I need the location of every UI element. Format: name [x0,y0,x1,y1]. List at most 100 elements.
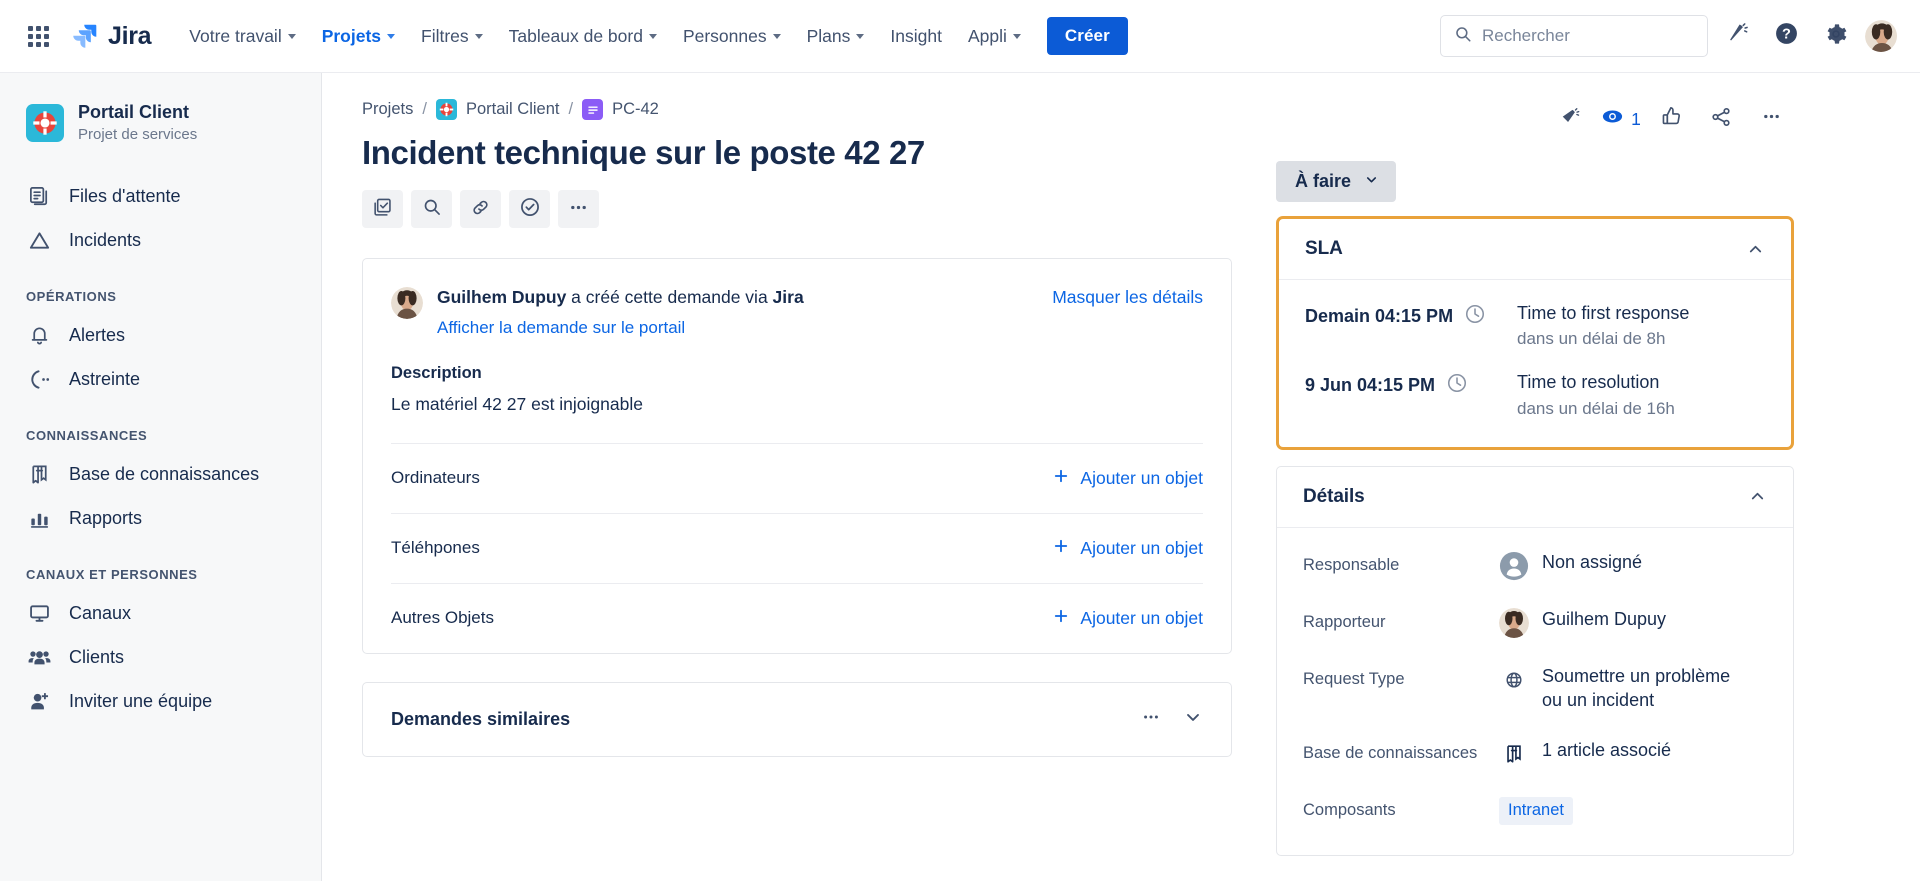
vote-button[interactable] [1650,99,1692,139]
sidebar-item-files-dattente[interactable]: Files d'attente [0,175,321,219]
share-button[interactable] [1700,99,1742,139]
search-icon [422,197,442,220]
link-icon [470,197,491,221]
nav-item-votre-travail[interactable]: Votre travail [177,17,307,56]
project-header[interactable]: Portail Client Projet de services [0,95,321,145]
search-input[interactable] [1482,26,1694,46]
nav-item-appli[interactable]: Appli [956,17,1033,56]
sidebar-item-clients[interactable]: Clients [0,636,321,680]
request-details-card: Guilhem Dupuy a créé cette demande via J… [362,257,1232,654]
user-avatar[interactable] [1864,19,1898,53]
chevron-down-icon [474,33,483,39]
app-switcher-button[interactable] [18,16,58,56]
sla-row: 9 Jun 04:15 PM Time to resolution dans u… [1305,371,1765,418]
add-child-item-button[interactable] [362,189,403,228]
similar-requests-actions [1141,707,1203,732]
default-avatar-icon [1499,551,1529,581]
chevron-down-icon [1364,171,1379,192]
nav-item-personnes[interactable]: Personnes [671,17,793,56]
chevron-up-icon[interactable] [1746,240,1765,259]
issue-more-actions-button[interactable] [1750,99,1792,139]
sidebar-item-alertes[interactable]: Alertes [0,314,321,358]
queues-icon [26,184,52,210]
nav-item-filtres[interactable]: Filtres [409,17,495,56]
detail-row-responsable: Responsable Non assigné [1303,550,1767,607]
assignee-value[interactable]: Non assigné [1499,550,1642,581]
more-horizontal-icon[interactable] [1141,707,1161,732]
creator-row: Guilhem Dupuy a créé cette demande via J… [391,285,1203,338]
sidebar-section-operations: OPÉRATIONS [26,288,117,304]
nav-item-projets[interactable]: Projets [310,17,407,56]
similar-requests-title: Demandes similaires [391,708,571,729]
sidebar-item-label: Alertes [69,325,126,346]
sla-time-group: Demain 04:15 PM [1305,302,1517,330]
breadcrumb-projects[interactable]: Projets [362,100,413,119]
status-label: À faire [1295,171,1352,191]
status-dropdown-button[interactable]: À faire [1276,161,1397,202]
nav-item-insight[interactable]: Insight [878,17,954,56]
chevron-down-icon[interactable] [1183,707,1203,732]
sidebar-item-label: Base de connaissances [69,464,260,485]
subtask-checkbox-icon [372,197,393,221]
lifebuoy-icon [435,99,457,120]
approve-button[interactable] [509,189,550,228]
feedback-button[interactable] [1550,99,1592,139]
hide-details-link[interactable]: Masquer les détails [1052,285,1203,308]
add-object-button[interactable]: Ajouter un objet [1052,537,1203,560]
more-actions-button[interactable] [558,189,599,228]
sidebar-item-base-de-connaissances[interactable]: Base de connaissances [0,453,321,497]
sidebar-item-label: Files d'attente [69,186,181,207]
watch-eye-icon [1601,105,1624,133]
sidebar-resize-handle[interactable] [319,73,321,881]
chevron-down-icon [387,33,396,39]
component-chip[interactable]: Intranet [1499,797,1573,826]
add-object-button[interactable]: Ajouter un objet [1052,467,1203,490]
find-issue-button[interactable] [411,189,452,228]
chevron-up-icon[interactable] [1748,487,1767,506]
book-icon [1499,739,1529,769]
issue-action-toolbar [362,189,1232,228]
notifications-button[interactable] [1714,14,1758,58]
link-issue-button[interactable] [460,189,501,228]
knowledge-base-value[interactable]: 1 article associé [1499,738,1671,769]
reporter-value[interactable]: Guilhem Dupuy [1499,607,1666,638]
settings-button[interactable] [1814,14,1858,58]
issue-top-actions: 1 [1276,99,1794,139]
nav-item-tableaux-de-bord[interactable]: Tableaux de bord [497,17,669,56]
sidebar-section-canaux-et-personnes: CANAUX ET PERSONNES [26,566,198,582]
create-button[interactable]: Créer [1046,17,1128,55]
similar-requests-card: Demandes similaires [362,681,1232,757]
detail-value-text: 1 article associé [1542,740,1672,761]
nav-label: Filtres [421,25,469,46]
breadcrumb-issue-key[interactable]: PC-42 [612,100,659,119]
add-object-button[interactable]: Ajouter un objet [1052,607,1203,630]
bell-icon [26,323,52,349]
sidebar-item-incidents[interactable]: Incidents [0,219,321,263]
sla-detail: Time to first response dans un délai de … [1517,302,1689,349]
page-title: Incident technique sur le poste 42 27 [362,134,925,171]
view-request-portal-link[interactable]: Afficher la demande sur le portail [437,318,685,338]
sla-panel-title: SLA [1305,238,1343,259]
nav-item-plans[interactable]: Plans [795,17,877,56]
request-type-value[interactable]: Soumettre un problème ou un incident [1499,664,1749,713]
details-panel: Détails Responsable Non assigné Rapporte… [1276,465,1794,857]
sidebar-item-rapports[interactable]: Rapports [0,497,321,541]
chevron-down-icon [287,33,296,39]
breadcrumb-separator: / [568,100,574,118]
main-nav-items: Votre travail Projets Filtres Tableaux d… [177,17,1033,56]
details-panel-title: Détails [1303,485,1365,507]
help-button[interactable]: ? [1764,14,1808,58]
sidebar-item-inviter-une-equipe[interactable]: Inviter une équipe [0,680,321,724]
jira-home-link[interactable]: Jira [70,21,152,51]
nav-label: Plans [806,25,851,46]
breadcrumb-project[interactable]: Portail Client [466,100,560,119]
description-text: Le matériel 42 27 est injoignable [391,393,643,414]
search-box[interactable] [1440,15,1708,57]
creator-sentence-mid: a créé cette demande via [566,286,773,307]
add-object-label: Ajouter un objet [1080,537,1203,558]
sidebar-item-canaux[interactable]: Canaux [0,592,321,636]
watch-button[interactable]: 1 [1600,99,1642,139]
detail-label: Composants [1303,801,1396,820]
sidebar-item-astreinte[interactable]: Astreinte [0,358,321,402]
add-object-label: Ajouter un objet [1080,607,1203,628]
